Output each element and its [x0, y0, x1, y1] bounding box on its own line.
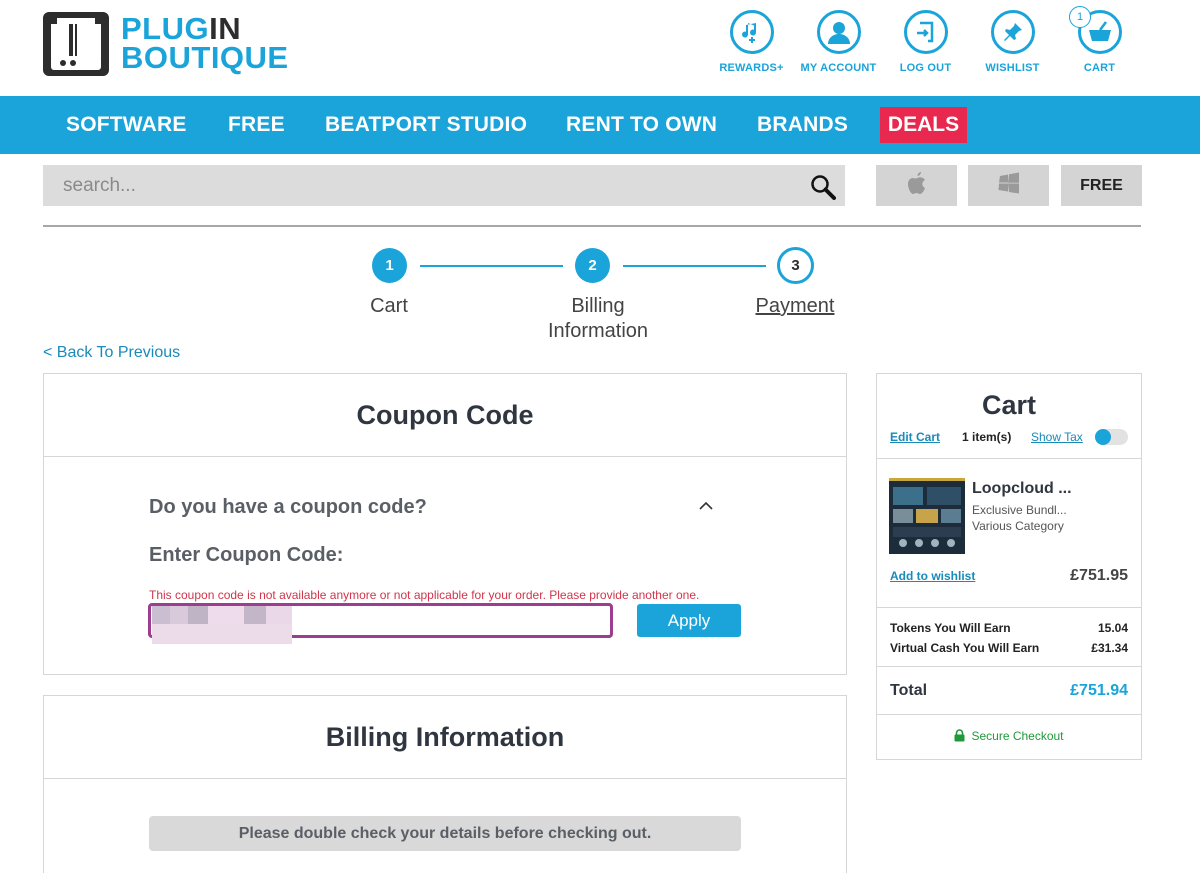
- step-payment-label[interactable]: Payment: [735, 294, 855, 319]
- nav-software[interactable]: SOFTWARE: [66, 96, 187, 154]
- cart-link[interactable]: 1 CART: [1056, 6, 1143, 74]
- apply-coupon-button[interactable]: Apply: [637, 604, 741, 637]
- nav-brands[interactable]: BRANDS: [757, 96, 848, 154]
- back-link[interactable]: < Back To Previous: [43, 344, 180, 362]
- edit-cart-link[interactable]: Edit Cart: [890, 430, 940, 444]
- tokens-value: 15.04: [1097, 621, 1128, 635]
- cart-count-badge: 1: [1069, 6, 1091, 28]
- divider: [877, 607, 1141, 608]
- product-subtitle: Exclusive Bundl...: [972, 503, 1067, 517]
- search-input[interactable]: [63, 165, 763, 206]
- search-icon[interactable]: [810, 174, 836, 205]
- logout-icon: [903, 10, 948, 54]
- nav-deals[interactable]: DEALS: [880, 107, 967, 143]
- cart-label: CART: [1083, 62, 1116, 74]
- virtual-cash-value: £31.34: [1091, 641, 1128, 655]
- windows-icon: [997, 172, 1021, 199]
- chevron-up-icon[interactable]: [699, 498, 713, 514]
- coupon-panel: Coupon Code Do you have a coupon code? E…: [43, 373, 847, 675]
- secure-checkout-label: Secure Checkout: [971, 729, 1064, 743]
- total-value: £751.94: [1070, 682, 1128, 699]
- rewards-label: REWARDS+: [719, 62, 784, 74]
- divider: [44, 778, 846, 779]
- step-connector: [420, 265, 563, 267]
- user-icon: [816, 10, 861, 54]
- wishlist-label: WISHLIST: [985, 62, 1040, 74]
- coupon-title: Coupon Code: [356, 400, 534, 430]
- divider: [43, 225, 1141, 227]
- add-to-wishlist-link[interactable]: Add to wishlist: [890, 569, 975, 583]
- coupon-error-message: This coupon code is not available anymor…: [149, 588, 700, 602]
- step-1-circle: 1: [372, 248, 407, 283]
- step-billing-label[interactable]: Billing Information: [520, 294, 676, 344]
- nav-rent-to-own[interactable]: RENT TO OWN: [566, 96, 717, 154]
- billing-note: Please double check your details before …: [149, 816, 741, 851]
- header-links: REWARDS+ MY ACCOUNT LOG OUT WISHLIST 1 C…: [708, 6, 1143, 74]
- my-account-link[interactable]: MY ACCOUNT: [795, 10, 882, 74]
- secure-checkout: Secure Checkout: [877, 729, 1141, 745]
- my-account-label: MY ACCOUNT: [800, 62, 877, 74]
- toggle-knob: [1095, 429, 1111, 445]
- product-category: Various Category: [972, 519, 1064, 533]
- brand-name[interactable]: PLUGIN BOUTIQUE: [121, 13, 289, 73]
- coupon-enter-label: Enter Coupon Code:: [149, 544, 344, 566]
- mac-filter-button[interactable]: [876, 165, 957, 206]
- product-price: £751.95: [1070, 567, 1128, 584]
- step-connector: [623, 265, 766, 267]
- divider: [877, 666, 1141, 667]
- virtual-cash-label: Virtual Cash You Will Earn: [890, 641, 1040, 655]
- divider: [877, 714, 1141, 715]
- billing-title: Billing Information: [325, 722, 565, 752]
- cart-summary: Cart Edit Cart 1 item(s) Show Tax Loopcl…: [876, 373, 1142, 760]
- search-bar: [43, 165, 845, 206]
- rewards-link[interactable]: REWARDS+: [708, 10, 795, 74]
- show-tax-link[interactable]: Show Tax: [1031, 430, 1083, 444]
- plugin-boutique-logo[interactable]: [43, 12, 109, 76]
- log-out-label: LOG OUT: [899, 62, 952, 74]
- lock-icon: [954, 729, 965, 745]
- windows-filter-button[interactable]: [968, 165, 1049, 206]
- step-2-circle: 2: [575, 248, 610, 283]
- coupon-question[interactable]: Do you have a coupon code?: [149, 496, 427, 519]
- step-3-circle: 3: [777, 247, 814, 284]
- tokens-label: Tokens You Will Earn: [890, 621, 1011, 635]
- cart-item-count: 1 item(s): [962, 430, 1012, 444]
- total-label: Total: [890, 682, 928, 699]
- free-filter-button[interactable]: FREE: [1061, 165, 1142, 206]
- main-nav: SOFTWARE FREE BEATPORT STUDIO RENT TO OW…: [0, 96, 1200, 154]
- divider: [877, 458, 1141, 459]
- product-thumbnail[interactable]: [889, 478, 965, 554]
- step-cart-label[interactable]: Cart: [339, 294, 439, 319]
- pin-icon: [990, 10, 1035, 54]
- wishlist-link[interactable]: WISHLIST: [969, 10, 1056, 74]
- product-name[interactable]: Loopcloud ...: [972, 480, 1072, 498]
- music-note-plus-icon: [729, 10, 774, 54]
- apple-icon: [905, 170, 929, 201]
- nav-beatport-studio[interactable]: BEATPORT STUDIO: [325, 96, 527, 154]
- divider: [44, 456, 846, 457]
- show-tax-toggle[interactable]: [1095, 429, 1128, 445]
- cart-title: Cart: [981, 390, 1036, 420]
- nav-free[interactable]: FREE: [228, 96, 285, 154]
- billing-panel: Billing Information Please double check …: [43, 695, 847, 873]
- log-out-link[interactable]: LOG OUT: [882, 10, 969, 74]
- coupon-input[interactable]: [148, 603, 613, 638]
- site-header: PLUGIN BOUTIQUE REWARDS+ MY ACCOUNT LOG …: [0, 0, 1200, 96]
